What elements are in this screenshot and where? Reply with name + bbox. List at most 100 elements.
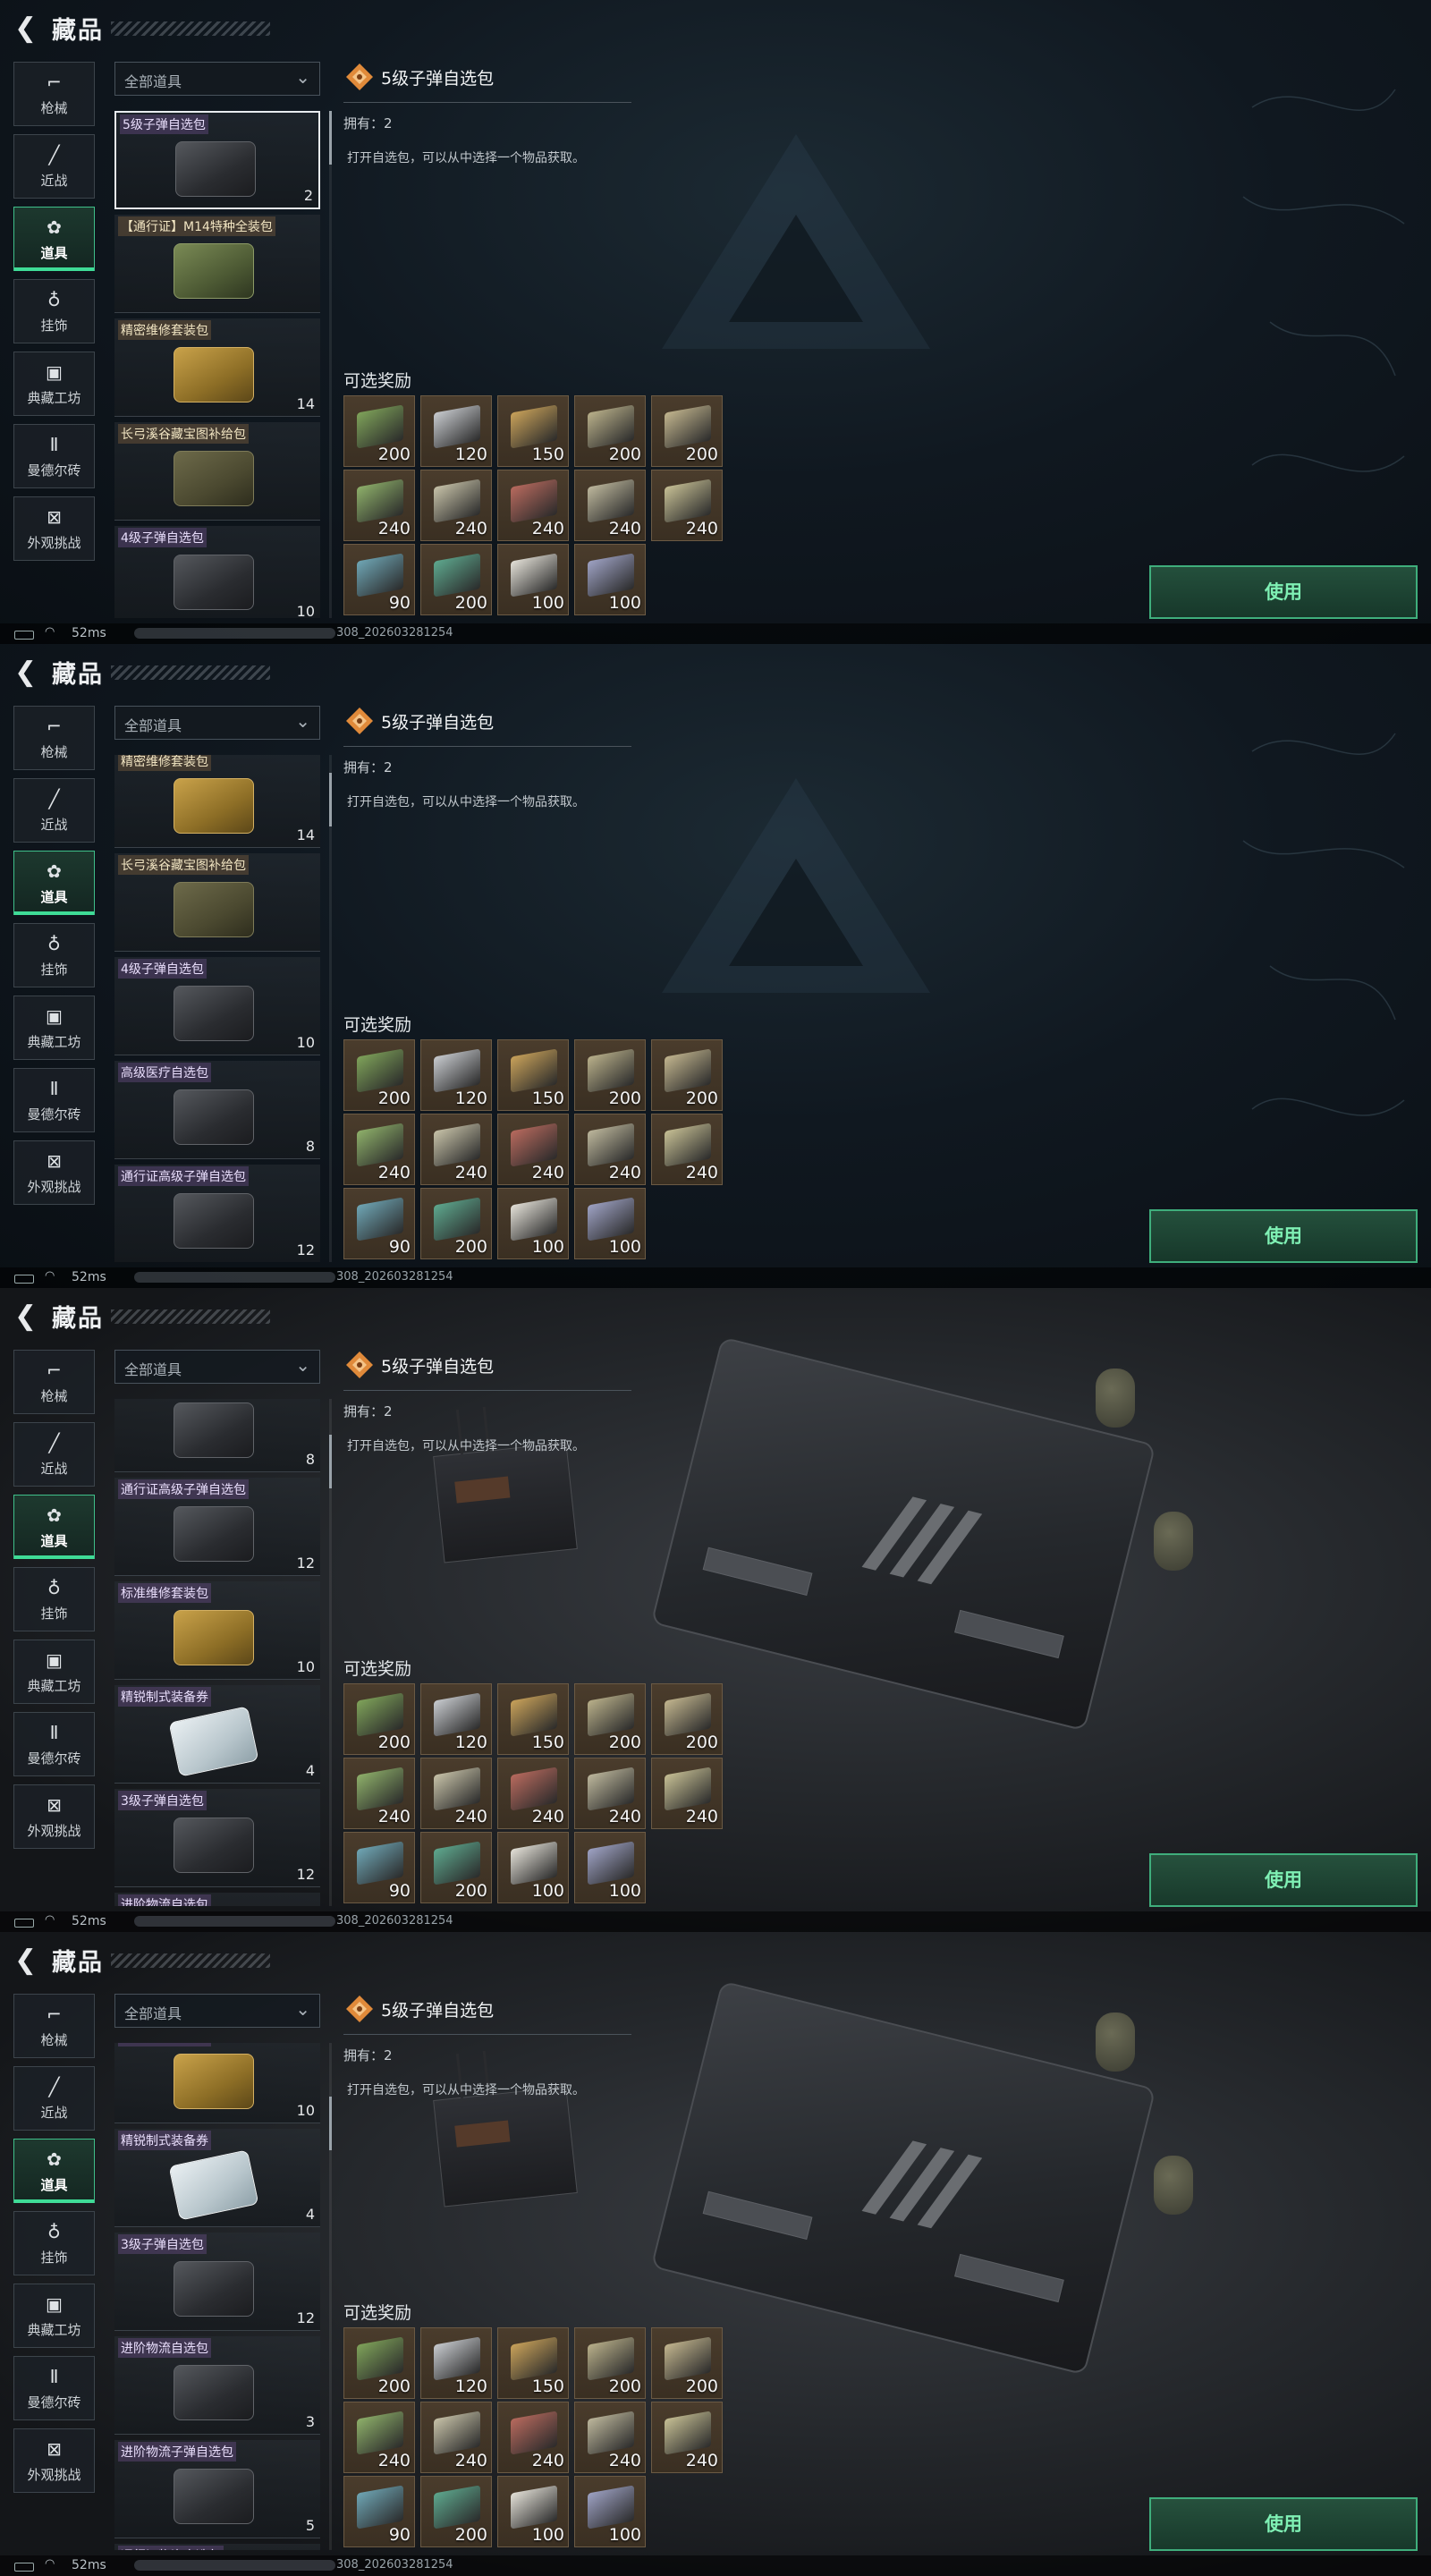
reward-slot[interactable]: 90: [343, 2476, 415, 2547]
sidebar-item-3[interactable]: ♁ 挂饰: [13, 1567, 95, 1631]
back-arrow-icon[interactable]: ❮: [14, 657, 41, 689]
list-scrollbar[interactable]: [329, 111, 332, 618]
sidebar-item-1[interactable]: ╱ 近战: [13, 1422, 95, 1487]
sidebar-item-0[interactable]: ⌐ 枪械: [13, 1994, 95, 2058]
item-list[interactable]: 精密维修套装包 14 长弓溪谷藏宝图补给包 4级子弹自选包 10 高级医疗自选包 8 通行证高…: [114, 755, 322, 1262]
reward-slot[interactable]: 200: [651, 395, 723, 467]
sidebar-item-4[interactable]: ▣ 典藏工坊: [13, 996, 95, 1060]
reward-slot[interactable]: 100: [497, 1832, 569, 1903]
item-list[interactable]: 高级医疗自选包8 通行证高级子弹自选包 12 标准维修套装包 10 精锐制式装备券 4 3级子…: [114, 1399, 322, 1906]
sidebar-item-6[interactable]: ⊠ 外观挑战: [13, 2428, 95, 2493]
item-card[interactable]: 【通行证】M14特种全装包: [114, 215, 320, 313]
reward-slot[interactable]: 240: [497, 470, 569, 541]
item-card[interactable]: 精密维修套装包 14: [114, 318, 320, 417]
use-button[interactable]: 使用: [1149, 1853, 1418, 1907]
item-card[interactable]: 高级医疗自选包8: [114, 1399, 320, 1472]
reward-slot[interactable]: 240: [574, 1114, 646, 1185]
sidebar-item-3[interactable]: ♁ 挂饰: [13, 279, 95, 343]
reward-slot[interactable]: 200: [574, 1039, 646, 1111]
sidebar-item-0[interactable]: ⌐ 枪械: [13, 62, 95, 126]
sidebar-item-1[interactable]: ╱ 近战: [13, 778, 95, 843]
reward-slot[interactable]: 100: [574, 1832, 646, 1903]
reward-slot[interactable]: 120: [420, 1039, 492, 1111]
reward-slot[interactable]: 240: [574, 2402, 646, 2473]
reward-slot[interactable]: 240: [420, 1758, 492, 1829]
item-list[interactable]: 标准维修套装包 10 精锐制式装备券 4 3级子弹自选包 12 进阶物流自选包 3 进阶物流子弹…: [114, 2043, 322, 2550]
sidebar-item-5[interactable]: Ⅱ 曼德尔砖: [13, 424, 95, 488]
back-arrow-icon[interactable]: ❮: [14, 1301, 41, 1333]
reward-slot[interactable]: 200: [420, 1832, 492, 1903]
reward-slot[interactable]: 240: [651, 1114, 723, 1185]
reward-slot[interactable]: 200: [651, 1683, 723, 1755]
reward-slot[interactable]: 150: [497, 1039, 569, 1111]
sidebar-item-2[interactable]: ✿ 道具: [13, 2139, 95, 2203]
scrollbar-thumb[interactable]: [329, 2097, 332, 2150]
list-scrollbar[interactable]: [329, 1399, 332, 1906]
reward-slot[interactable]: 240: [574, 1758, 646, 1829]
reward-slot[interactable]: 150: [497, 2327, 569, 2399]
item-card[interactable]: 精密维修套装包 14: [114, 755, 320, 848]
item-card[interactable]: 标准维修套装包 10: [114, 1581, 320, 1680]
sidebar-item-6[interactable]: ⊠ 外观挑战: [13, 1784, 95, 1849]
reward-slot[interactable]: 100: [574, 1188, 646, 1259]
item-card[interactable]: 进阶物流子弹自选包 5: [114, 2440, 320, 2538]
reward-slot[interactable]: 200: [343, 395, 415, 467]
item-card[interactable]: 3级子弹自选包 12: [114, 2233, 320, 2331]
reward-slot[interactable]: 240: [343, 470, 415, 541]
list-scrollbar[interactable]: [329, 2043, 332, 2550]
use-button[interactable]: 使用: [1149, 2497, 1418, 2551]
reward-slot[interactable]: 240: [420, 1114, 492, 1185]
item-card[interactable]: 进阶物流自选包3: [114, 2336, 320, 2435]
reward-slot[interactable]: 150: [497, 1683, 569, 1755]
sidebar-item-4[interactable]: ▣ 典藏工坊: [13, 352, 95, 416]
sidebar-item-3[interactable]: ♁ 挂饰: [13, 923, 95, 987]
reward-slot[interactable]: 100: [574, 2476, 646, 2547]
item-card[interactable]: 3级子弹自选包 12: [114, 1789, 320, 1887]
item-card[interactable]: 长弓溪谷藏宝图补给包: [114, 853, 320, 952]
item-filter-dropdown[interactable]: 全部道具 ⌄: [114, 706, 320, 740]
reward-slot[interactable]: 200: [420, 1188, 492, 1259]
reward-slot[interactable]: 150: [497, 395, 569, 467]
sidebar-item-5[interactable]: Ⅱ 曼德尔砖: [13, 1068, 95, 1132]
item-card[interactable]: 通行证物资自选包: [114, 2544, 320, 2550]
reward-slot[interactable]: 200: [420, 2476, 492, 2547]
reward-slot[interactable]: 100: [574, 544, 646, 615]
sidebar-item-2[interactable]: ✿ 道具: [13, 1495, 95, 1559]
reward-slot[interactable]: 200: [574, 395, 646, 467]
reward-slot[interactable]: 90: [343, 544, 415, 615]
reward-slot[interactable]: 200: [420, 544, 492, 615]
sidebar-item-2[interactable]: ✿ 道具: [13, 207, 95, 271]
reward-slot[interactable]: 200: [574, 2327, 646, 2399]
sidebar-item-2[interactable]: ✿ 道具: [13, 851, 95, 915]
list-scrollbar[interactable]: [329, 755, 332, 1262]
reward-slot[interactable]: 200: [343, 1683, 415, 1755]
item-card[interactable]: 精锐制式装备券 4: [114, 1685, 320, 1784]
reward-slot[interactable]: 240: [343, 1758, 415, 1829]
reward-slot[interactable]: 200: [574, 1683, 646, 1755]
item-card[interactable]: 长弓溪谷藏宝图补给包: [114, 422, 320, 521]
item-filter-dropdown[interactable]: 全部道具 ⌄: [114, 1350, 320, 1384]
reward-slot[interactable]: 200: [343, 2327, 415, 2399]
item-filter-dropdown[interactable]: 全部道具 ⌄: [114, 62, 320, 96]
item-card[interactable]: 通行证高级子弹自选包 12: [114, 1165, 320, 1262]
reward-slot[interactable]: 90: [343, 1832, 415, 1903]
reward-slot[interactable]: 240: [651, 470, 723, 541]
sidebar-item-5[interactable]: Ⅱ 曼德尔砖: [13, 2356, 95, 2420]
reward-slot[interactable]: 120: [420, 1683, 492, 1755]
item-list[interactable]: 5级子弹自选包 2 【通行证】M14特种全装包 精密维修套装包 14 长弓溪谷藏宝图补给包…: [114, 111, 322, 618]
reward-slot[interactable]: 120: [420, 395, 492, 467]
sidebar-item-4[interactable]: ▣ 典藏工坊: [13, 1640, 95, 1704]
reward-slot[interactable]: 240: [420, 470, 492, 541]
reward-slot[interactable]: 200: [343, 1039, 415, 1111]
reward-slot[interactable]: 240: [343, 1114, 415, 1185]
item-card[interactable]: 进阶物流自选包3: [114, 1893, 320, 1906]
reward-slot[interactable]: 100: [497, 1188, 569, 1259]
use-button[interactable]: 使用: [1149, 1209, 1418, 1263]
sidebar-item-1[interactable]: ╱ 近战: [13, 134, 95, 199]
reward-slot[interactable]: 240: [343, 2402, 415, 2473]
reward-slot[interactable]: 240: [574, 470, 646, 541]
item-card[interactable]: 高级医疗自选包8: [114, 1061, 320, 1159]
back-arrow-icon[interactable]: ❮: [14, 1945, 41, 1977]
item-filter-dropdown[interactable]: 全部道具 ⌄: [114, 1994, 320, 2028]
item-card[interactable]: 通行证高级子弹自选包 12: [114, 1478, 320, 1576]
